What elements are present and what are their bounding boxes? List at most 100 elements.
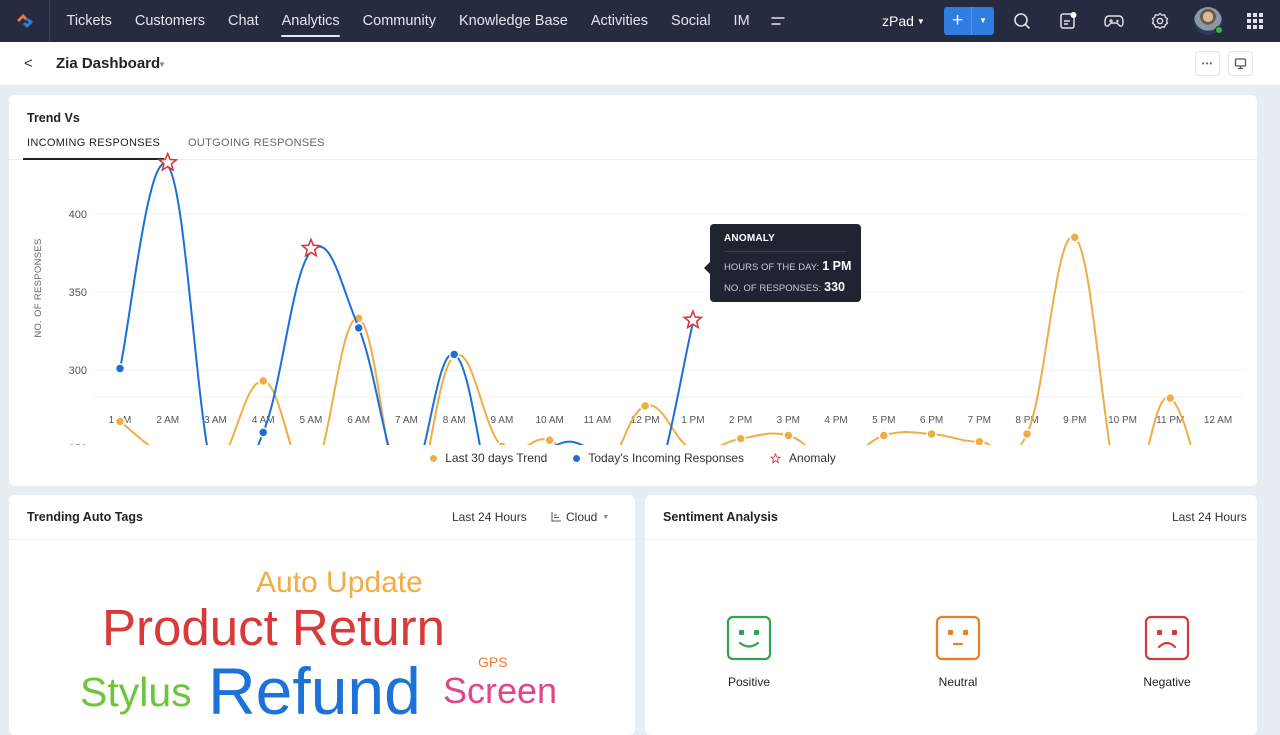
app-logo[interactable] <box>0 0 50 42</box>
tooltip-count-value: 330 <box>824 280 845 294</box>
x-tick-label: 11 PM <box>1156 415 1184 426</box>
tag-word[interactable]: Auto Update <box>256 568 423 598</box>
trend-data-point <box>878 430 890 441</box>
today-data-point <box>257 427 269 438</box>
tag-word[interactable]: GPS <box>478 655 508 669</box>
nav-customers[interactable]: Customers <box>123 0 216 42</box>
sentiment-positive[interactable]: Positive <box>704 615 794 689</box>
y-tick-label: 400 <box>69 209 87 221</box>
logo-icon <box>16 14 33 28</box>
nav-activities[interactable]: Activities <box>579 0 659 42</box>
nav-analytics[interactable]: Analytics <box>270 0 351 42</box>
trending-tags-card: Trending Auto Tags Last 24 Hours Cloud ▼ … <box>9 495 635 735</box>
today-series-line <box>119 162 694 445</box>
legend-label: Last 30 days Trend <box>445 451 548 465</box>
nav-community[interactable]: Community <box>351 0 447 42</box>
tag-word[interactable]: Screen <box>443 673 557 709</box>
x-tick-label: 4 PM <box>824 415 847 426</box>
more-options-button[interactable]: ••• <box>1195 51 1220 76</box>
x-tick-label: 7 PM <box>968 415 991 426</box>
online-status-icon <box>1215 26 1223 34</box>
legend-item-today[interactable]: Today's Incoming Responses <box>573 451 744 465</box>
tag-word[interactable]: Product Return <box>102 602 445 653</box>
more-menu-icon[interactable] <box>771 0 791 42</box>
workspace-selector[interactable]: zPad ▼ <box>882 0 925 42</box>
x-tick-label: 10 PM <box>1108 415 1137 426</box>
y-tick-label: 250 <box>69 443 87 445</box>
tag-word[interactable]: Refund <box>208 658 421 724</box>
trend-data-point <box>1021 428 1033 440</box>
tooltip-hour-label: HOURS OF THE DAY: <box>724 262 820 273</box>
orange-dot-icon <box>430 454 438 462</box>
chevron-down-icon: ▼ <box>916 17 925 26</box>
chevron-down-icon: ▼ <box>602 514 610 521</box>
add-button-group: + ▼ <box>944 7 994 35</box>
tag-word[interactable]: Stylus <box>80 672 192 713</box>
chevron-down-icon[interactable]: ▼ <box>158 60 166 69</box>
card-title: Sentiment Analysis <box>663 510 778 524</box>
time-range-selector[interactable]: Last 24 Hours <box>1172 510 1247 524</box>
x-tick-label: 2 PM <box>729 415 752 426</box>
legend-item-anomaly[interactable]: Anomaly <box>770 451 836 465</box>
x-tick-label: 7 AM <box>395 415 418 426</box>
sentiment-negative[interactable]: Negative <box>1122 615 1212 689</box>
tooltip-hour-value: 1 PM <box>822 259 852 273</box>
trend-data-point <box>974 436 985 445</box>
x-tick-label: 8 AM <box>443 415 466 426</box>
today-data-point <box>114 363 126 374</box>
trend-data-point <box>639 400 651 412</box>
x-tick-label: 9 AM <box>491 415 514 426</box>
view-type-label: Cloud <box>566 510 598 524</box>
chart-type-icon <box>551 512 561 522</box>
trend-data-point <box>114 416 126 427</box>
x-tick-label: 3 AM <box>204 415 227 426</box>
time-range-selector[interactable]: Last 24 Hours <box>452 510 527 524</box>
today-data-point <box>353 322 364 334</box>
x-tick-label: 6 PM <box>920 415 943 426</box>
x-tick-label: 5 PM <box>872 415 895 426</box>
nav-knowledge-base[interactable]: Knowledge Base <box>448 0 580 42</box>
y-axis-label: NO. OF RESPONSES <box>33 238 44 337</box>
trend-data-point <box>544 434 555 445</box>
present-mode-button[interactable] <box>1228 51 1253 76</box>
nav-chat[interactable]: Chat <box>217 0 271 42</box>
top-navigation: Tickets Customers Chat Analytics Communi… <box>0 0 1280 42</box>
x-tick-label: 2 AM <box>156 415 179 426</box>
x-tick-label: 6 AM <box>347 415 370 426</box>
add-dropdown-button[interactable]: ▼ <box>972 7 994 35</box>
back-button[interactable]: < <box>24 55 33 72</box>
trend-data-point <box>783 430 794 441</box>
view-type-selector[interactable]: Cloud ▼ <box>551 510 609 524</box>
x-tick-label: 9 PM <box>1063 415 1086 426</box>
anomaly-star-marker <box>300 237 322 258</box>
nav-tickets[interactable]: Tickets <box>55 0 123 42</box>
anomaly-star-marker <box>157 151 179 172</box>
x-tick-label: 3 PM <box>777 415 800 426</box>
apps-grid-icon[interactable] <box>1245 11 1265 31</box>
card-header: Sentiment Analysis Last 24 Hours <box>645 495 1257 540</box>
card-header: Trending Auto Tags Last 24 Hours Cloud ▼ <box>9 495 635 540</box>
legend-label: Today's Incoming Responses <box>588 451 745 465</box>
sentiment-label: Negative <box>1143 675 1191 689</box>
game-controller-icon[interactable] <box>1104 11 1124 31</box>
trend-card: Trend Vs INCOMING RESPONSES OUTGOING RES… <box>9 95 1257 486</box>
workspace-name: zPad <box>882 13 914 29</box>
negative-face-icon <box>1144 615 1190 661</box>
add-button[interactable]: + <box>944 7 972 35</box>
legend-label: Anomaly <box>789 451 836 465</box>
sentiment-label: Neutral <box>938 675 978 689</box>
search-icon[interactable] <box>1012 11 1032 31</box>
nav-im[interactable]: IM <box>722 0 761 42</box>
settings-icon[interactable] <box>1150 11 1170 31</box>
y-tick-label: 350 <box>69 287 87 299</box>
y-tick-label: 300 <box>69 365 87 377</box>
notes-icon[interactable] <box>1058 11 1078 31</box>
sentiment-neutral[interactable]: Neutral <box>913 615 1003 689</box>
dashboard-title[interactable]: Zia Dashboard <box>56 55 160 72</box>
nav-social[interactable]: Social <box>660 0 723 42</box>
sentiment-card: Sentiment Analysis Last 24 Hours Positiv… <box>645 495 1257 735</box>
trend-data-point <box>1165 392 1176 404</box>
tooltip-hour-row: HOURS OF THE DAY: 1 PM <box>724 259 851 273</box>
legend-item-trend[interactable]: Last 30 days Trend <box>430 451 547 465</box>
chart-legend: Last 30 days Trend Today's Incoming Resp… <box>9 451 1257 465</box>
